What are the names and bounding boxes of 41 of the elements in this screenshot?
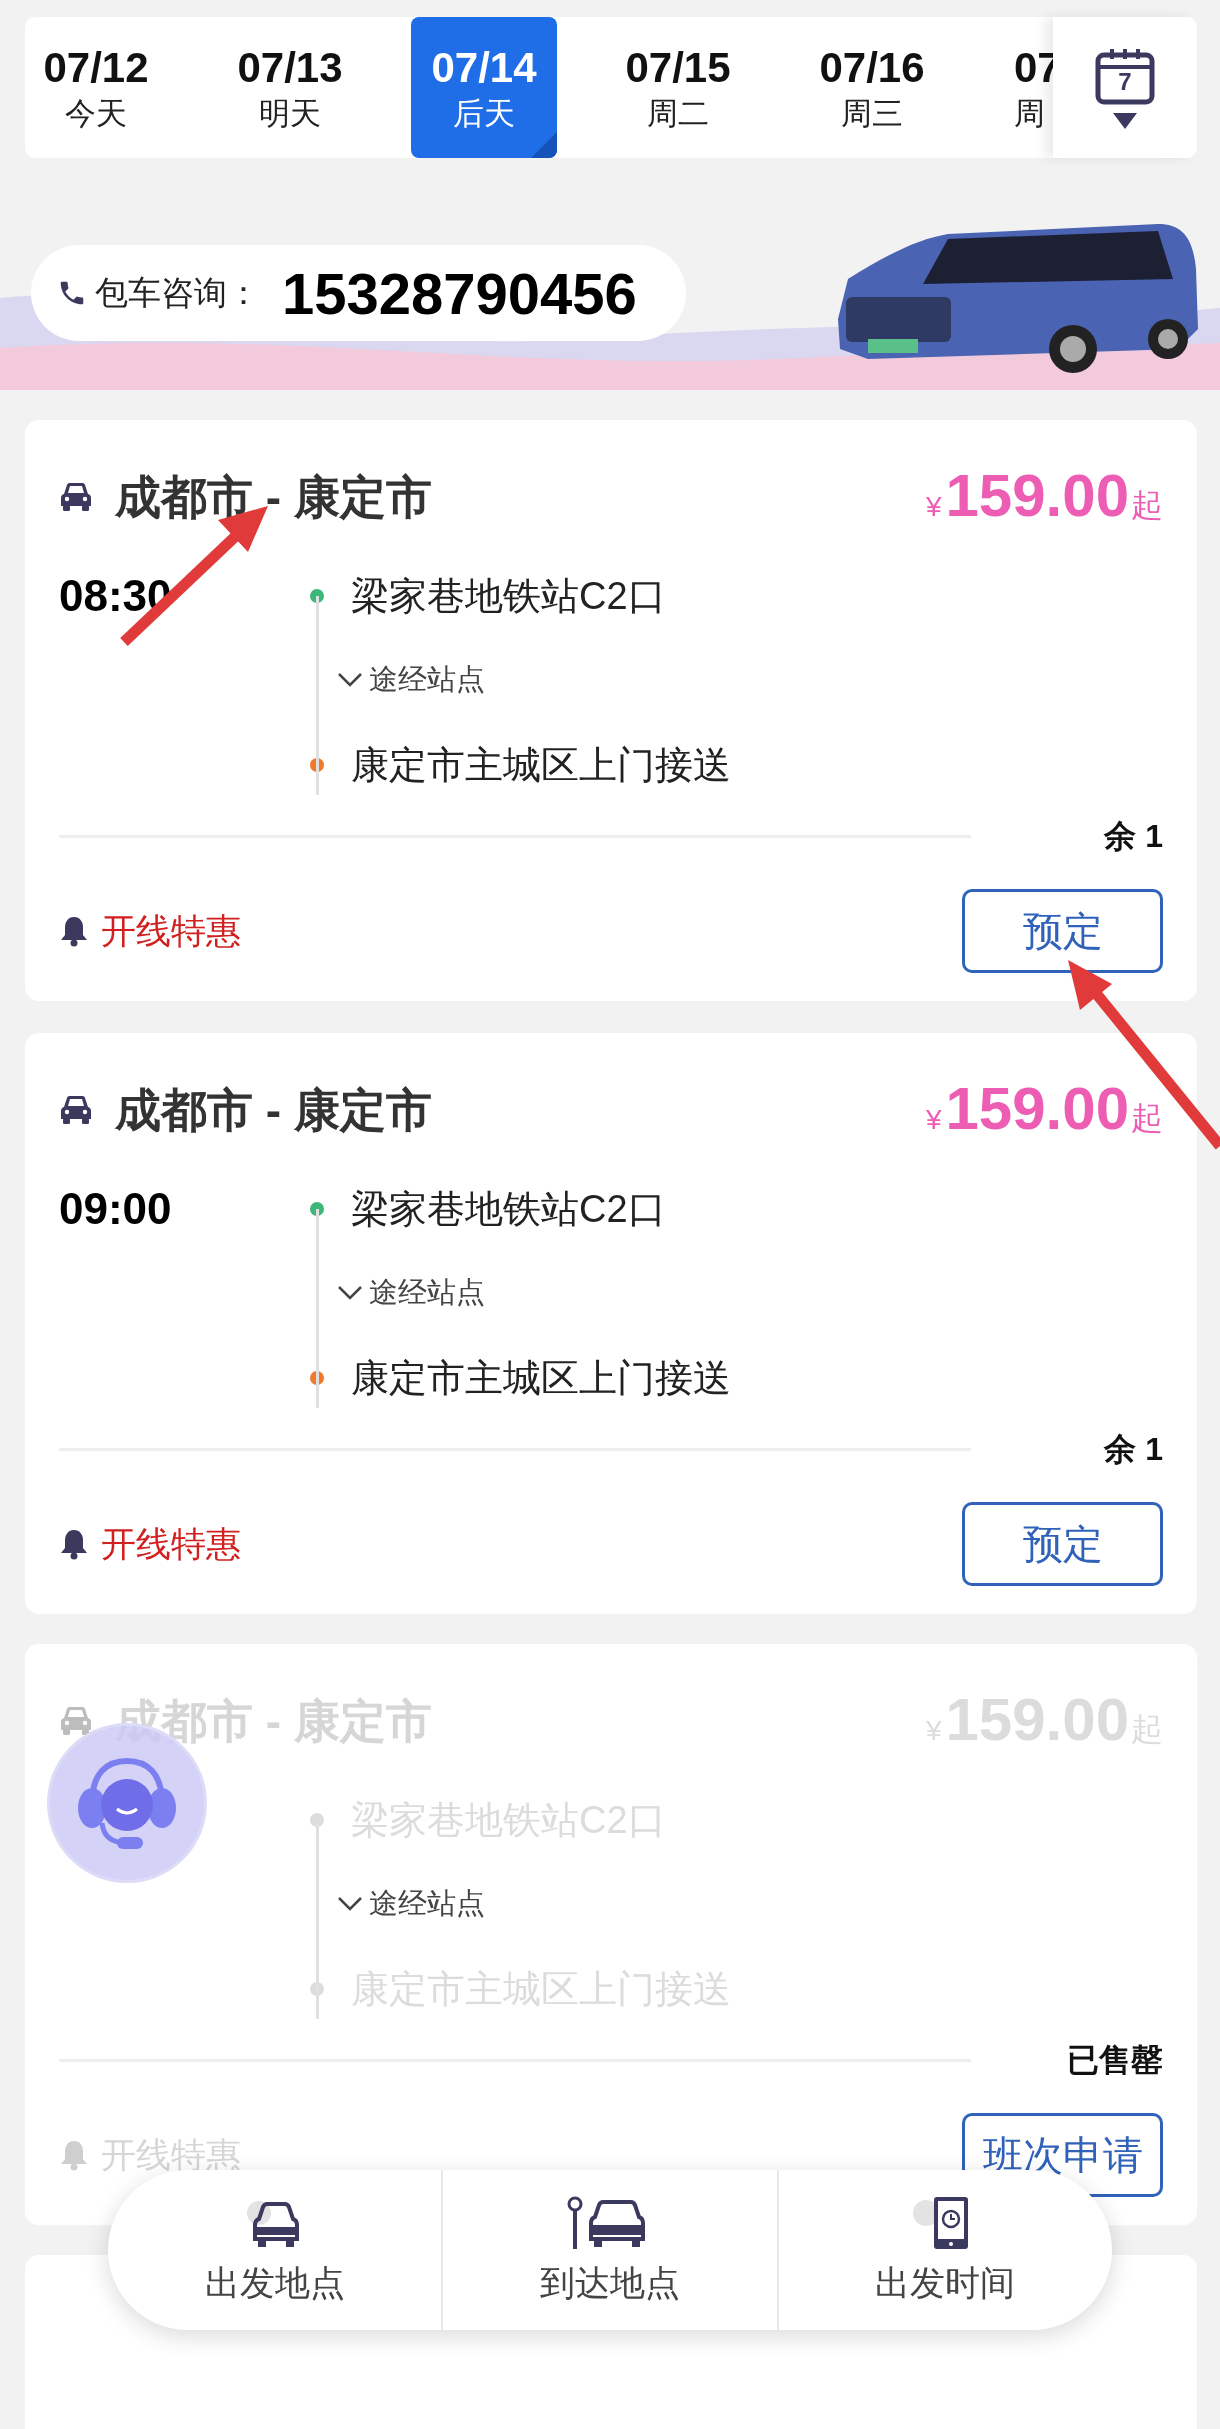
- route-title: 成都市 - 康定市: [115, 469, 432, 525]
- promo-label: 开线特惠: [101, 909, 241, 952]
- seats-left: 余 1: [1104, 1430, 1163, 1469]
- car-icon: [59, 482, 93, 512]
- stop-name: 康定市主城区上门接送: [351, 1355, 731, 1401]
- bell-icon: [59, 2139, 89, 2171]
- route-title: 成都市 - 康定市: [115, 1082, 432, 1138]
- calendar-day: 7: [1118, 63, 1132, 100]
- seats-left: 余 1: [1104, 817, 1163, 856]
- stop-name: 梁家巷地铁站C2口: [351, 1186, 666, 1232]
- via-stops-toggle[interactable]: 途经站点: [337, 660, 731, 700]
- via-stops-toggle[interactable]: 途经站点: [337, 1884, 731, 1924]
- dropdown-icon: [1113, 112, 1137, 129]
- calendar-icon: [1095, 46, 1155, 105]
- departure-time: 09:00: [59, 1183, 173, 1235]
- calendar-button[interactable]: 7: [1053, 17, 1197, 158]
- via-stops-toggle[interactable]: 途经站点: [337, 1273, 731, 1313]
- stop-name: 梁家巷地铁站C2口: [351, 573, 666, 619]
- price: ¥159.00起: [925, 465, 1163, 529]
- promo-label: 开线特惠: [101, 1522, 241, 1565]
- phone-number[interactable]: 15328790456: [282, 249, 637, 337]
- bell-icon: [59, 1528, 89, 1560]
- chevron-down-icon: [337, 1285, 363, 1301]
- chevron-down-icon: [337, 1896, 363, 1912]
- nav-item[interactable]: 出发地点: [108, 2170, 444, 2330]
- date-tab[interactable]: 07/16 周三: [799, 17, 945, 158]
- book-button[interactable]: 预定: [962, 889, 1163, 973]
- consult-label: 包车咨询：: [95, 273, 260, 314]
- price: ¥159.00起: [925, 1078, 1163, 1142]
- car-icon: [59, 1095, 93, 1125]
- seats-left: 已售罄: [1067, 2041, 1163, 2080]
- date-tab[interactable]: 07/12 今天: [25, 17, 169, 158]
- nav-item[interactable]: 到达地点: [443, 2170, 779, 2330]
- date-tab[interactable]: 07/15 周二: [605, 17, 751, 158]
- date-tab[interactable]: 07/13 明天: [217, 17, 363, 158]
- book-button[interactable]: 预定: [962, 1502, 1163, 1586]
- chevron-down-icon: [337, 672, 363, 688]
- car-icon: [59, 1706, 93, 1736]
- stop-name: 康定市主城区上门接送: [351, 742, 731, 788]
- bell-icon: [59, 915, 89, 947]
- date-tab[interactable]: 07/14 后天: [411, 17, 557, 158]
